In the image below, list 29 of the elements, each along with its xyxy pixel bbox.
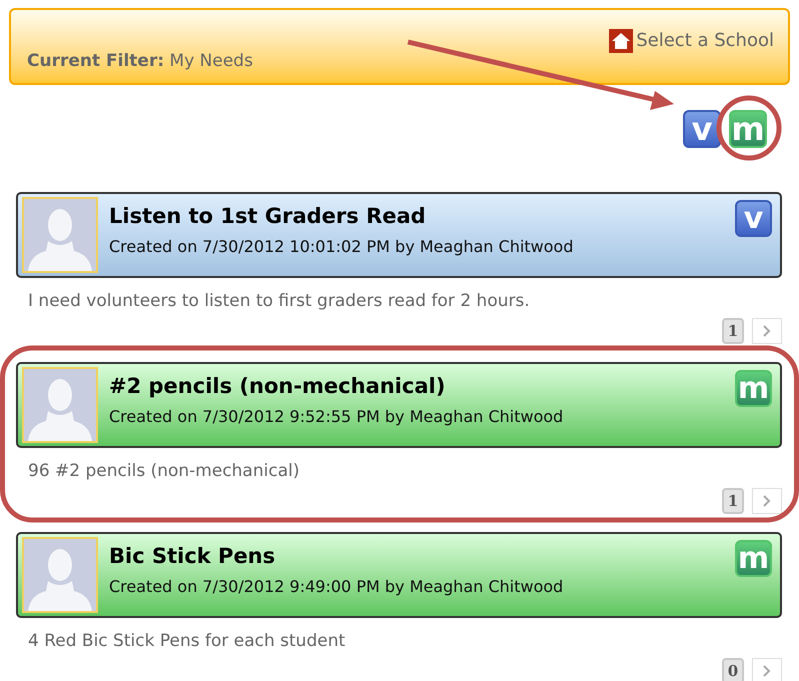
- need-title[interactable]: Bic Stick Pens: [109, 541, 564, 571]
- count-badge: 1: [722, 318, 744, 344]
- count-badge: 0: [722, 658, 744, 681]
- current-filter-label: Current Filter: My Needs: [27, 50, 253, 73]
- need-card[interactable]: Listen to 1st Graders Read Created on 7/30/2012 10:01:02 PM by Meaghan Chitwood v: [16, 192, 782, 278]
- material-badge: m: [735, 370, 772, 407]
- next-page-button[interactable]: [752, 658, 782, 681]
- volunteer-badge: v: [735, 200, 772, 237]
- count-badge: 1: [722, 488, 744, 514]
- chevron-right-icon: [763, 665, 771, 677]
- need-title[interactable]: #2 pencils (non-mechanical): [109, 371, 564, 401]
- created-info: Created on 7/30/2012 9:52:55 PM by Meaghan Chitwood: [109, 406, 564, 428]
- volunteer-filter-button[interactable]: v: [683, 110, 721, 148]
- next-page-button[interactable]: [752, 318, 782, 344]
- circle-annotation: [716, 96, 782, 160]
- next-page-button[interactable]: [752, 488, 782, 514]
- material-badge: m: [735, 540, 772, 577]
- need-description: 96 #2 pencils (non-mechanical): [28, 460, 300, 482]
- need-card[interactable]: Bic Stick Pens Created on 7/30/2012 9:49:00 PM by Meaghan Chitwood m: [16, 532, 782, 618]
- created-info: Created on 7/30/2012 9:49:00 PM by Meaghan Chitwood: [109, 576, 564, 598]
- chevron-right-icon: [763, 325, 771, 337]
- need-description: I need volunteers to listen to first graders read for 2 hours.: [28, 290, 530, 312]
- need-title[interactable]: Listen to 1st Graders Read: [109, 201, 574, 231]
- select-school-link[interactable]: Select a School: [609, 27, 774, 54]
- chevron-right-icon: [763, 495, 771, 507]
- home-icon: [609, 28, 634, 52]
- created-info: Created on 7/30/2012 10:01:02 PM by Meaghan Chitwood: [109, 236, 574, 258]
- need-card[interactable]: #2 pencils (non-mechanical) Created on 7/30/2012 9:52:55 PM by Meaghan Chitwood m: [16, 362, 782, 448]
- need-description: 4 Red Bic Stick Pens for each student: [28, 630, 346, 652]
